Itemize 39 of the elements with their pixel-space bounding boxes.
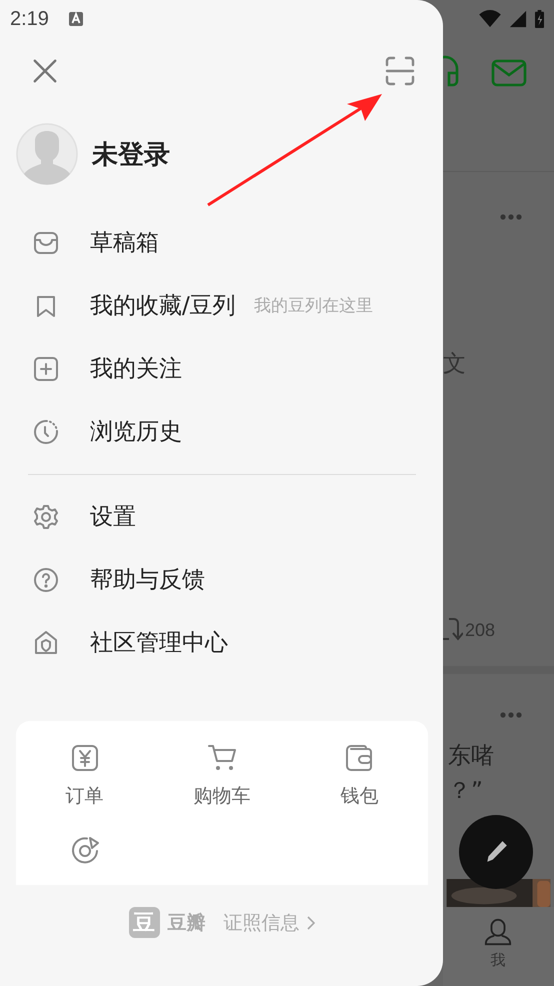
wallet-icon xyxy=(344,743,374,773)
settings-icon xyxy=(33,504,59,530)
signal-icon xyxy=(507,10,529,28)
menu-label[interactable]: 我的收藏/豆列 xyxy=(90,290,236,321)
disc-play-icon[interactable] xyxy=(70,835,100,865)
scan-icon xyxy=(385,56,415,86)
more-icon xyxy=(500,214,522,220)
wifi-icon xyxy=(479,10,501,28)
clock-icon xyxy=(33,418,59,444)
close-icon xyxy=(32,58,58,84)
shield-house-icon xyxy=(33,630,59,656)
menu-label[interactable]: 我的关注 xyxy=(90,353,182,384)
menu-label[interactable]: 帮助与反馈 xyxy=(90,564,205,595)
tray-icon xyxy=(33,230,59,256)
keyboard-indicator-icon xyxy=(68,12,83,26)
yen-receipt-icon xyxy=(70,743,100,773)
menu-label[interactable]: 浏览历史 xyxy=(90,416,182,447)
cart-icon xyxy=(206,743,237,773)
service-label[interactable]: 购物车 xyxy=(193,783,250,809)
service-label[interactable]: 订单 xyxy=(66,783,104,809)
mail-icon xyxy=(491,59,527,87)
service-label[interactable]: 钱包 xyxy=(340,783,378,809)
menu-hint: 我的豆列在这里 xyxy=(254,295,373,317)
chevron-icon xyxy=(306,916,314,930)
brand-name: 豆瓣 xyxy=(168,910,206,936)
person-icon xyxy=(484,917,512,947)
menu-label[interactable]: 设置 xyxy=(90,501,136,532)
repost-icon xyxy=(443,617,463,643)
more-icon xyxy=(500,712,522,718)
menu-label[interactable]: 社区管理中心 xyxy=(90,627,228,658)
plus-square-icon xyxy=(33,356,59,382)
login-status[interactable]: 未登录 xyxy=(92,136,170,172)
menu-label[interactable]: 草稿箱 xyxy=(90,227,159,258)
feed-text: ？” xyxy=(448,777,484,806)
logo-icon: 豆 xyxy=(128,907,160,938)
feed-text: 东啫 xyxy=(448,742,495,771)
battery-icon xyxy=(535,10,544,28)
clock-time: 2:19 xyxy=(10,8,49,30)
help-icon xyxy=(33,566,59,592)
